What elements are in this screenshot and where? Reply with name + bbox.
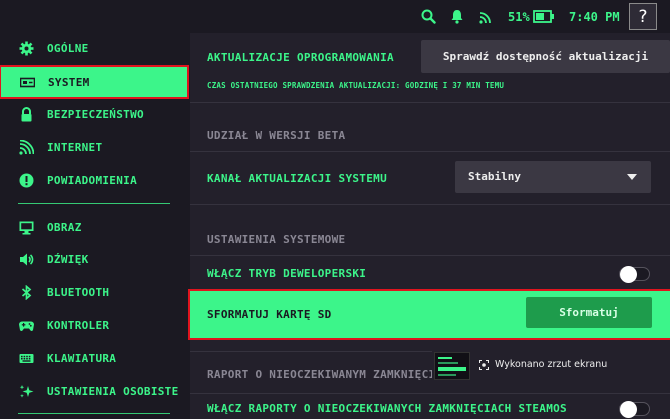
sidebar-item-general[interactable]: OGÓLNE (0, 33, 190, 63)
crash-report-toggle[interactable] (619, 401, 650, 418)
update-channel-label: KANAŁ AKTUALIZACJI SYSTEMU (207, 172, 387, 185)
sidebar-divider (18, 203, 170, 204)
wifi-icon[interactable] (479, 10, 493, 24)
system-icon (20, 77, 35, 88)
sidebar-item-notifications[interactable]: POWIADOMIENIA (0, 165, 190, 195)
sparkle-icon (19, 385, 34, 398)
format-sd-button[interactable]: Sformatuj (526, 297, 652, 328)
sidebar-item-internet[interactable]: INTERNET (0, 132, 190, 162)
sidebar-item-label: OGÓLNE (47, 41, 89, 55)
bluetooth-icon (21, 285, 32, 300)
sidebar-divider (18, 413, 170, 414)
battery-icon (533, 10, 554, 23)
sidebar-item-label: OBRAZ (47, 220, 82, 234)
divider (190, 151, 670, 152)
alert-icon (19, 173, 34, 188)
toggle-knob (620, 401, 637, 418)
sidebar-item-display[interactable]: OBRAZ (0, 212, 190, 242)
divider (190, 102, 670, 103)
lock-icon (21, 107, 32, 122)
sidebar-item-label: KLAWIATURA (47, 351, 117, 365)
screenshot-icon (479, 360, 489, 370)
sidebar-item-label: USTAWIENIA OSOBISTE (47, 384, 179, 398)
system-settings-header: USTAWIENIA SYSTEMOWE (207, 233, 346, 246)
sidebar-item-label: BEZPIECZEŃSTWO (47, 107, 144, 121)
search-icon[interactable] (421, 9, 436, 24)
crash-report-label: WŁĄCZ RAPORTY O NIEOCZEKIWANYCH ZAMKNIĘC… (207, 402, 567, 415)
bell-icon[interactable] (450, 9, 464, 24)
help-button[interactable]: ? (629, 3, 657, 30)
screenshot-thumbnail (434, 352, 470, 380)
sidebar-item-label: INTERNET (47, 140, 103, 154)
battery-percent: 51% (508, 9, 530, 24)
format-sd-label: SFORMATUJ KARTĘ SD (207, 308, 332, 321)
last-check-note: CZAS OSTATNIEGO SPRAWDZENIA AKTUALIZACJI… (207, 81, 505, 90)
chevron-down-icon (627, 174, 637, 180)
updates-label: AKTUALIZACJE OPROGRAMOWANIA (207, 51, 394, 64)
divider (190, 204, 670, 205)
beta-section-header: UDZIAŁ W WERSJI BETA (207, 129, 346, 142)
clock: 7:40 PM (569, 9, 620, 24)
sidebar-item-label: KONTROLER (47, 318, 110, 332)
toggle-knob (620, 266, 637, 283)
divider (190, 393, 670, 394)
sidebar-item-bluetooth[interactable]: BLUETOOTH (0, 277, 190, 307)
toast-message: Wykonano zrzut ekranu (495, 359, 608, 370)
monitor-icon (19, 221, 34, 235)
sidebar-item-system[interactable]: SYSTEM (0, 65, 189, 99)
sidebar-item-label: BLUETOOTH (47, 285, 110, 299)
check-updates-button[interactable]: Sprawdź dostępność aktualizacji (421, 40, 670, 73)
format-sd-row: SFORMATUJ KARTĘ SD Sformatuj (188, 289, 670, 340)
sidebar-item-personalization[interactable]: USTAWIENIA OSOBISTE (0, 376, 190, 406)
gear-icon (19, 41, 34, 56)
update-channel-value: Stabilny (468, 170, 521, 183)
developer-mode-toggle[interactable] (619, 266, 650, 283)
sidebar-item-security[interactable]: BEZPIECZEŃSTWO (0, 99, 190, 129)
update-channel-select[interactable]: Stabilny (455, 161, 651, 193)
sidebar-item-label: SYSTEM (48, 75, 90, 89)
wifi-icon (19, 140, 34, 155)
developer-mode-label: WŁĄCZ TRYB DEWELOPERSKI (207, 267, 367, 280)
speaker-icon (20, 253, 34, 266)
crash-report-header: RAPORT O NIEOCZEKIWANYM ZAMKNIĘCIU (207, 368, 443, 381)
sidebar-item-sound[interactable]: DŹWIĘK (0, 244, 190, 274)
divider (190, 255, 670, 256)
sidebar-item-keyboard[interactable]: KLAWIATURA (0, 343, 190, 373)
sidebar-item-label: POWIADOMIENIA (47, 173, 137, 187)
sidebar-item-controller[interactable]: KONTROLER (0, 310, 190, 340)
keyboard-icon (19, 354, 34, 363)
gamepad-icon (19, 321, 34, 331)
sidebar-item-label: DŹWIĘK (47, 252, 89, 266)
screenshot-toast[interactable]: Wykonano zrzut ekranu (432, 349, 670, 382)
